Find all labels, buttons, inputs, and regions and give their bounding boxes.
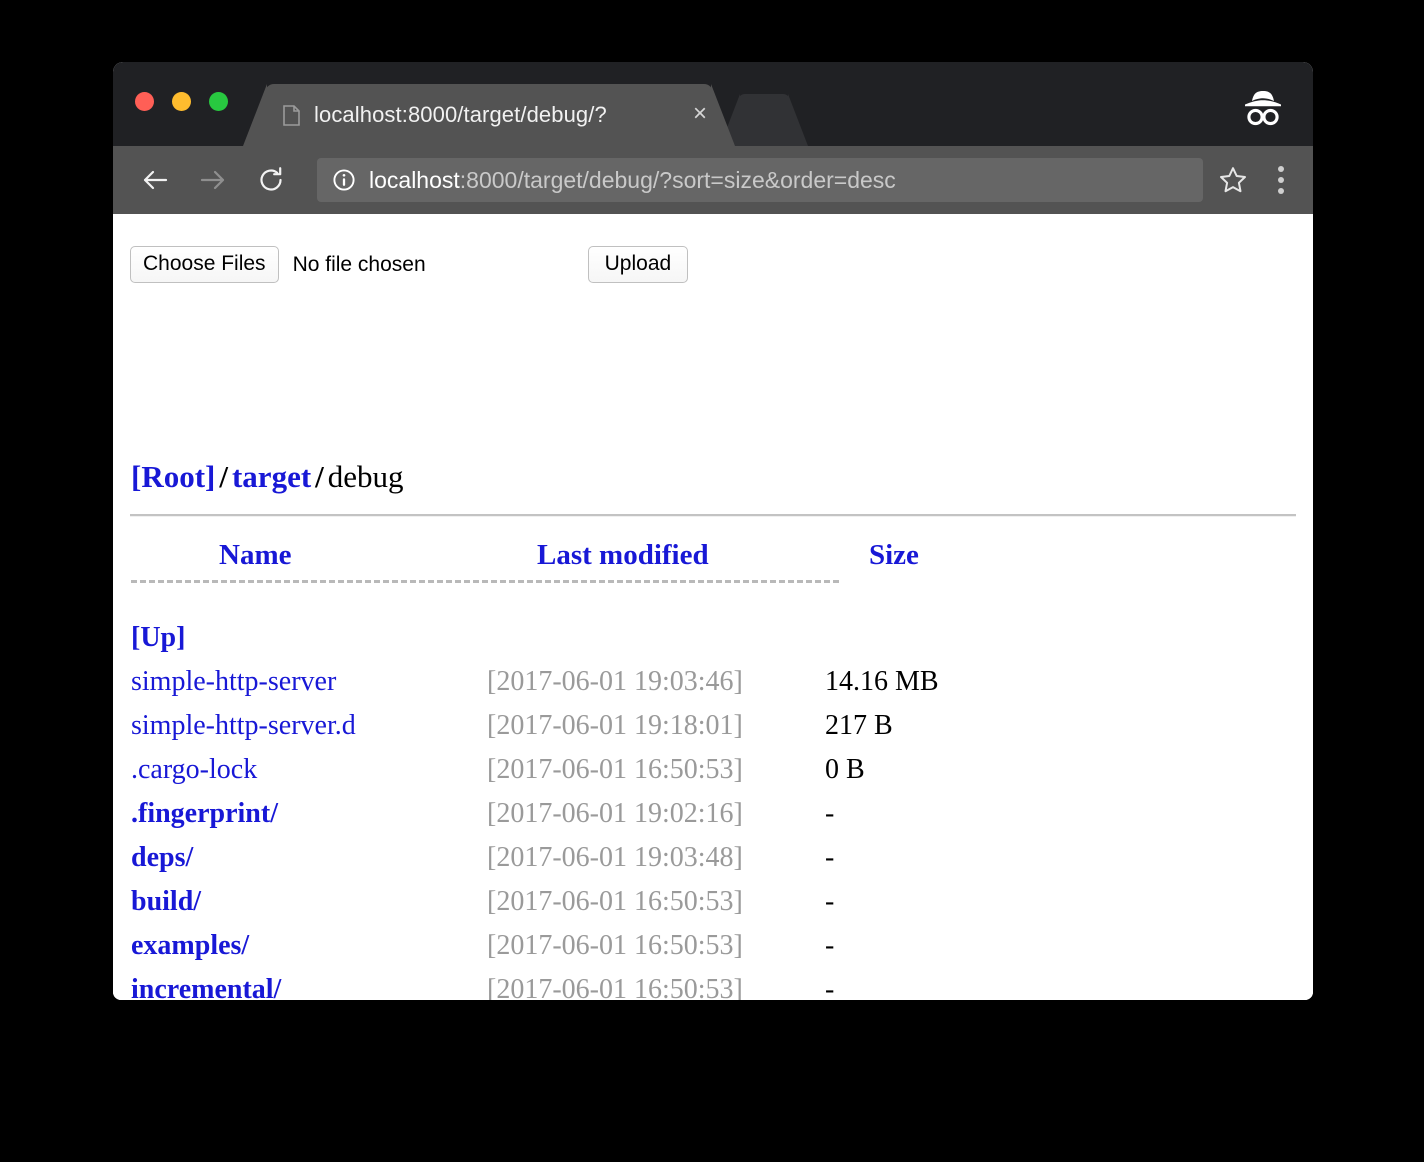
reload-button[interactable] — [249, 158, 293, 202]
breadcrumb: [Root]/target/debug — [131, 459, 404, 495]
bookmark-button[interactable] — [1211, 158, 1255, 202]
breadcrumb-current-debug: debug — [328, 459, 404, 494]
directory-link[interactable]: .fingerprint/ — [131, 798, 278, 829]
dashed-divider — [131, 580, 839, 583]
page-content: Choose Files No file chosen Upload [Root… — [113, 214, 1313, 1000]
row-modified-up — [487, 622, 825, 666]
file-link[interactable]: simple-http-server — [131, 666, 336, 697]
row-modified-cell: [2017-06-01 16:50:53] — [487, 754, 825, 798]
browser-tab[interactable]: localhost:8000/target/debug/? × — [265, 84, 713, 146]
traffic-light-buttons — [135, 92, 228, 111]
row-size-cell: - — [825, 930, 939, 974]
row-modified-cell: [2017-06-01 16:50:53] — [487, 974, 825, 1000]
chrome-menu-button[interactable] — [1255, 154, 1307, 206]
breadcrumb-separator: / — [315, 459, 324, 494]
row-name-cell[interactable]: examples/ — [131, 930, 487, 974]
row-name-cell[interactable]: incremental/ — [131, 974, 487, 1000]
column-header-modified[interactable]: Last modified — [487, 539, 825, 578]
url-text[interactable]: localhost:8000/target/debug/?sort=size&o… — [369, 167, 1193, 194]
row-modified-cell: [2017-06-01 16:50:53] — [487, 930, 825, 974]
back-button[interactable] — [133, 158, 177, 202]
forward-arrow-icon — [198, 165, 228, 195]
file-link[interactable]: .cargo-lock — [131, 754, 257, 785]
table-row[interactable]: .fingerprint/ [2017-06-01 19:02:16]- — [131, 798, 939, 842]
browser-window: localhost:8000/target/debug/? × — [113, 62, 1313, 1000]
directory-link[interactable]: build/ — [131, 886, 201, 917]
table-body: [Up] simple-http-server [2017-06-01 19:03… — [131, 622, 939, 1000]
page-info-icon[interactable] — [333, 169, 355, 191]
row-modified-cell: [2017-06-01 16:50:53] — [487, 886, 825, 930]
breadcrumb-root-link[interactable]: [Root] — [131, 459, 215, 494]
row-name-cell[interactable]: deps/ — [131, 842, 487, 886]
upload-form: Choose Files No file chosen Upload — [130, 246, 688, 283]
menu-dot-icon — [1278, 177, 1284, 183]
table-row[interactable]: simple-http-server [2017-06-01 19:03:46]1… — [131, 666, 939, 710]
file-link[interactable]: simple-http-server.d — [131, 710, 356, 741]
directory-link[interactable]: deps/ — [131, 842, 193, 873]
row-size-cell: - — [825, 974, 939, 1000]
url-host: localhost — [369, 167, 460, 193]
table-row[interactable]: build/ [2017-06-01 16:50:53]- — [131, 886, 939, 930]
horizontal-divider — [130, 514, 1296, 517]
no-file-chosen-label: No file chosen — [293, 253, 426, 277]
table-header-row: Name Last modified Size — [131, 539, 939, 578]
row-name-cell[interactable]: .cargo-lock — [131, 754, 487, 798]
row-modified-cell: [2017-06-01 19:02:16] — [487, 798, 825, 842]
upload-button[interactable]: Upload — [588, 246, 689, 283]
directory-link[interactable]: examples/ — [131, 930, 249, 961]
table-row[interactable]: simple-http-server.d [2017-06-01 19:18:01… — [131, 710, 939, 754]
directory-listing: Name Last modified Size [Up] — [131, 539, 939, 1000]
forward-button[interactable] — [191, 158, 235, 202]
close-tab-icon[interactable]: × — [687, 102, 713, 129]
row-name-cell[interactable]: .fingerprint/ — [131, 798, 487, 842]
table-row[interactable]: incremental/ [2017-06-01 16:50:53]- — [131, 974, 939, 1000]
tab-title: localhost:8000/target/debug/? — [314, 102, 687, 128]
back-arrow-icon — [140, 165, 170, 195]
row-modified-cell: [2017-06-01 19:18:01] — [487, 710, 825, 754]
row-name-up[interactable]: [Up] — [131, 622, 487, 666]
minimize-window-button[interactable] — [172, 92, 191, 111]
breadcrumb-separator: / — [219, 459, 228, 494]
reload-icon — [256, 165, 286, 195]
column-header-name[interactable]: Name — [131, 539, 487, 578]
table-row[interactable]: examples/ [2017-06-01 16:50:53]- — [131, 930, 939, 974]
directory-link[interactable]: incremental/ — [131, 974, 281, 1000]
row-name-cell[interactable]: simple-http-server.d — [131, 710, 487, 754]
table-row-up[interactable]: [Up] — [131, 622, 939, 666]
row-size-cell: 14.16 MB — [825, 666, 939, 710]
table-header-divider-cell — [131, 578, 939, 622]
table-row[interactable]: deps/ [2017-06-01 19:03:48]- — [131, 842, 939, 886]
menu-dot-icon — [1278, 188, 1284, 194]
row-size-cell: 217 B — [825, 710, 939, 754]
star-icon — [1218, 165, 1248, 195]
table-row[interactable]: .cargo-lock [2017-06-01 16:50:53]0 B — [131, 754, 939, 798]
address-bar[interactable]: localhost:8000/target/debug/?sort=size&o… — [317, 158, 1203, 202]
row-modified-cell: [2017-06-01 19:03:48] — [487, 842, 825, 886]
column-header-size[interactable]: Size — [825, 539, 939, 578]
row-size-cell: - — [825, 886, 939, 930]
browser-toolbar: localhost:8000/target/debug/?sort=size&o… — [113, 146, 1313, 214]
table-header: Name Last modified Size — [131, 539, 939, 622]
document-icon — [283, 105, 300, 126]
row-size-cell: - — [825, 798, 939, 842]
row-size-cell: - — [825, 842, 939, 886]
file-input[interactable]: Choose Files No file chosen — [130, 246, 426, 283]
new-tab-area[interactable] — [738, 94, 790, 146]
parent-directory-link[interactable]: [Up] — [131, 622, 185, 653]
table-header-divider-row — [131, 578, 939, 622]
title-bar: localhost:8000/target/debug/? × — [113, 62, 1313, 146]
incognito-icon — [1237, 86, 1289, 128]
close-window-button[interactable] — [135, 92, 154, 111]
choose-files-button[interactable]: Choose Files — [130, 246, 279, 283]
menu-dot-icon — [1278, 166, 1284, 172]
row-size-up — [825, 622, 939, 666]
url-path: :8000/target/debug/?sort=size&order=desc — [460, 167, 896, 193]
maximize-window-button[interactable] — [209, 92, 228, 111]
row-name-cell[interactable]: simple-http-server — [131, 666, 487, 710]
row-size-cell: 0 B — [825, 754, 939, 798]
directory-table: Name Last modified Size [Up] — [131, 539, 939, 1000]
row-name-cell[interactable]: build/ — [131, 886, 487, 930]
row-modified-cell: [2017-06-01 19:03:46] — [487, 666, 825, 710]
breadcrumb-link-target[interactable]: target — [232, 459, 311, 494]
